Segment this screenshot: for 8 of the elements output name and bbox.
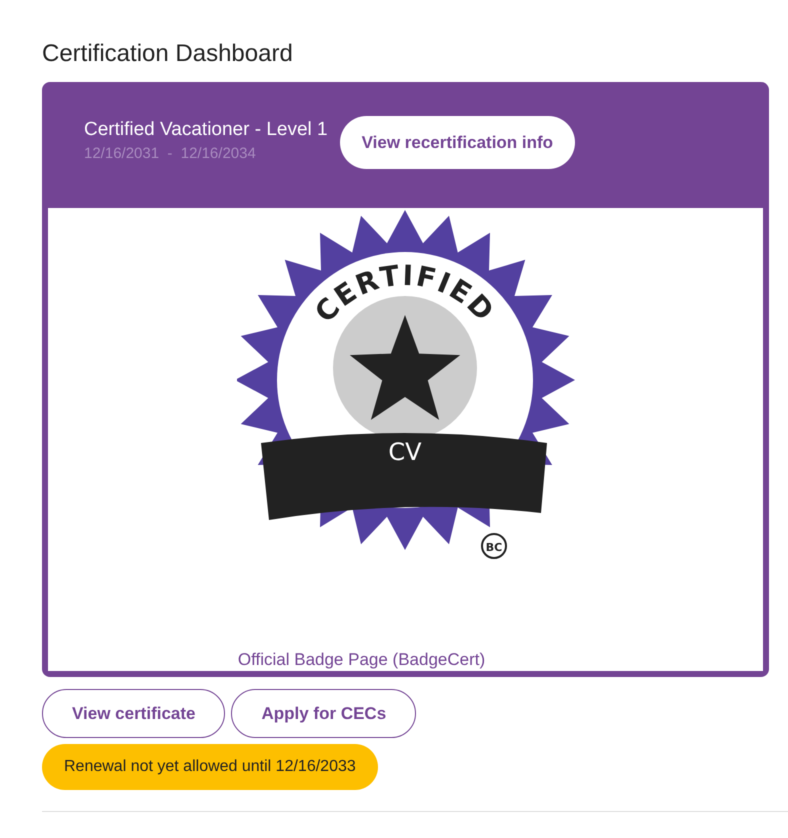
page-title: Certification Dashboard bbox=[42, 40, 294, 68]
renewal-notice: Renewal not yet allowed until 12/16/2033 bbox=[42, 744, 378, 790]
action-button[interactable]: Apply for CECs bbox=[231, 689, 416, 738]
certification-name: Certified Vacationer - Level 1 bbox=[84, 119, 328, 141]
date-range: 12/16/2031 - 12/16/2034 bbox=[84, 145, 257, 162]
recertification-button[interactable]: View recertification info bbox=[340, 116, 576, 169]
badge-page-link[interactable]: Official Badge Page (BadgeCert) bbox=[238, 650, 486, 670]
action-button[interactable]: View certificate bbox=[42, 689, 226, 738]
